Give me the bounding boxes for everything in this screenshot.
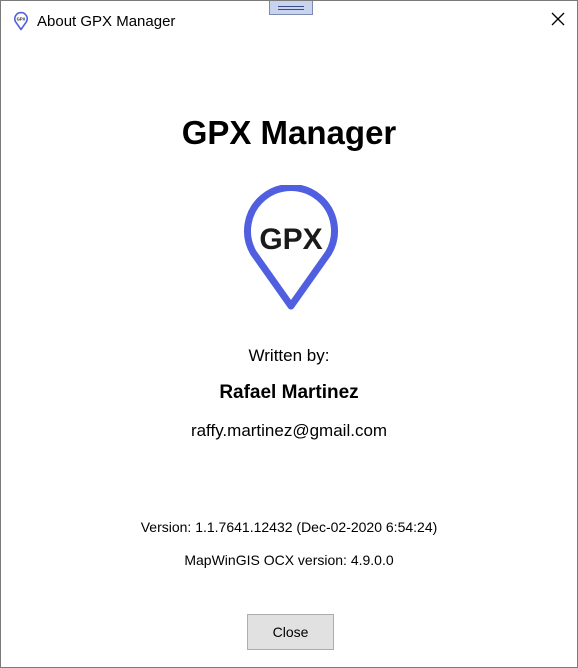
app-title: GPX Manager xyxy=(181,114,397,151)
logo-text: GPX xyxy=(259,223,322,256)
drag-handle[interactable] xyxy=(269,1,313,15)
gpx-pin-icon: GPX xyxy=(13,11,29,31)
svg-text:GPX: GPX xyxy=(17,17,26,22)
window-close-button[interactable] xyxy=(541,7,575,35)
window-title: About GPX Manager xyxy=(37,13,176,30)
title-bar[interactable]: GPX About GPX Manager xyxy=(1,1,577,41)
about-dialog: GPX About GPX Manager GPX Manager GPX Wr… xyxy=(0,0,578,668)
gpx-pin-logo: GPX xyxy=(242,183,340,313)
close-icon xyxy=(551,12,565,31)
written-by-label: Written by: xyxy=(248,346,330,365)
author-email: raffy.martinez@gmail.com xyxy=(190,421,388,440)
version-text: Version: 1.1.7641.12432 (Dec-02-2020 6:5… xyxy=(140,519,438,535)
author-name: Rafael Martinez xyxy=(219,382,359,403)
close-button[interactable]: Close xyxy=(247,614,334,650)
ocx-version-text: MapWinGIS OCX version: 4.9.0.0 xyxy=(184,552,394,568)
